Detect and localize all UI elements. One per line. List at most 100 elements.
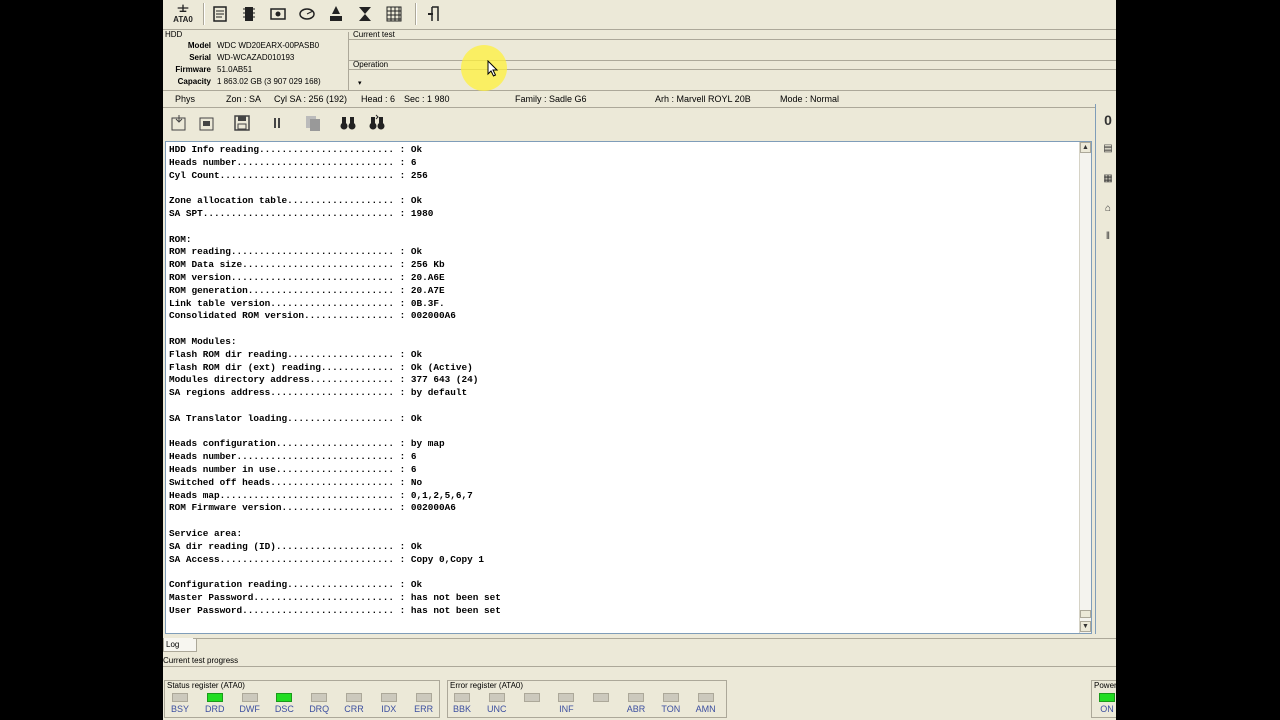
led-label: DWF <box>239 704 260 714</box>
led-label: BSY <box>170 704 189 714</box>
cylinder-value: Cyl SA : 256 (192) <box>274 94 348 104</box>
log-line: SA regions address......................… <box>169 387 468 399</box>
import-log-icon <box>199 117 214 131</box>
binoculars-icon <box>340 117 356 130</box>
log-line: Heads configuration.....................… <box>169 438 445 450</box>
chip-icon <box>243 7 255 21</box>
led-ton <box>662 693 679 702</box>
log-lines: HDD Info reading........................… <box>169 144 501 617</box>
power-cycle-icon[interactable]: ⌂ <box>1100 200 1116 216</box>
head-value: Head : 6 <box>361 94 396 104</box>
cursor-highlight <box>461 45 507 91</box>
operation-label: Operation <box>353 60 389 69</box>
led-bsy <box>172 693 188 702</box>
right-panel: 0 ▤ ▦ ⌂ ‖ <box>1095 104 1116 634</box>
save-log-button[interactable] <box>230 112 254 134</box>
format-icon <box>359 7 371 21</box>
ata0-button[interactable]: ATA0 <box>167 2 199 26</box>
led-label: DRD <box>205 704 225 714</box>
led-label: AMN <box>695 704 716 714</box>
flash-icon <box>330 6 342 21</box>
log-line: Master Password.........................… <box>169 591 501 603</box>
error-register-title: Error register (ATA0) <box>450 681 524 690</box>
open-log-button[interactable] <box>167 112 191 134</box>
scroll-thumb[interactable] <box>1080 610 1091 618</box>
hdd-model-value: WDC WD20EARX-00PASB0 <box>217 41 320 50</box>
log-scrollbar[interactable]: ▲ ▼ <box>1079 142 1091 633</box>
led-dsc <box>276 693 293 702</box>
log-line: Zone allocation table...................… <box>169 195 423 207</box>
pause-button[interactable] <box>265 112 289 134</box>
led-label: ERR <box>414 704 434 714</box>
app-window: ATA0 HDD Model WDC WD20EARX-00PASB0 Seri… <box>163 0 1116 720</box>
led-label: BBK <box>452 704 471 714</box>
main-toolbar: ATA0 <box>163 0 1116 30</box>
family-value: Family : Sadle G6 <box>515 94 587 104</box>
led-drd <box>206 693 223 702</box>
hdd-serial-key: Serial <box>189 53 211 62</box>
log-view[interactable]: HDD Info reading........................… <box>165 141 1092 634</box>
zone-value: Zon : SA <box>226 94 262 104</box>
sector-value: Sec : 1 980 <box>404 94 450 104</box>
find-button[interactable] <box>336 112 360 134</box>
hdd-title: HDD <box>165 30 183 39</box>
led-label: CRR <box>344 704 364 714</box>
save-icon <box>234 115 250 131</box>
led-bbk <box>454 693 470 702</box>
hdd-firmware-row: Firmware 51.0AB51 <box>163 65 349 77</box>
copy-icon <box>306 116 320 131</box>
ata0-label: ATA0 <box>173 15 193 24</box>
log-line: SA Translator loading...................… <box>169 412 423 424</box>
hdd-capacity-key: Capacity <box>177 77 211 86</box>
pause-side-icon[interactable]: ‖ <box>1100 228 1116 244</box>
led-label: DRQ <box>309 704 330 714</box>
progress-bar <box>163 666 1116 677</box>
hdd-info-panel: HDD Model WDC WD20EARX-00PASB0 Serial WD… <box>163 30 349 90</box>
log-line: Heads number............................… <box>169 156 417 168</box>
error-register: Error register (ATA0) BBK UNC INF ABR TON AMN <box>447 680 727 718</box>
scroll-down-icon[interactable]: ▼ <box>1080 621 1091 632</box>
led-err <box>415 693 432 702</box>
log-line: ROM Modules: <box>169 335 237 347</box>
log-toolbar <box>163 108 1093 138</box>
right-panel-top-value: 0 <box>1104 112 1112 128</box>
disk-button[interactable] <box>294 2 320 26</box>
log-line: Modules directory address...............… <box>169 374 479 386</box>
binoculars-next-icon <box>369 114 385 130</box>
scan-button[interactable] <box>207 2 233 26</box>
drive-settings-button[interactable] <box>265 2 291 26</box>
import-log-button[interactable] <box>195 112 219 134</box>
led-amn <box>697 693 714 702</box>
copy-button[interactable] <box>301 112 325 134</box>
log-line: ROM: <box>169 233 192 245</box>
format-button[interactable] <box>352 2 378 26</box>
led-inf <box>558 693 575 702</box>
scroll-up-icon[interactable]: ▲ <box>1080 142 1091 153</box>
led-crr <box>346 693 362 702</box>
led-unused <box>593 693 610 702</box>
chip-button[interactable] <box>236 2 262 26</box>
report-icon[interactable]: ▤ <box>1100 140 1116 156</box>
exit-button[interactable] <box>421 2 447 26</box>
log-line: Configuration reading...................… <box>169 579 423 591</box>
grid-button[interactable] <box>381 2 407 26</box>
led-label: DSC <box>274 704 294 714</box>
log-line: ROM generation..........................… <box>169 284 445 296</box>
mouse-cursor-icon <box>487 60 499 77</box>
tab-log[interactable]: Log <box>163 638 197 652</box>
hdd-model-row: Model WDC WD20EARX-00PASB0 <box>163 41 349 53</box>
reset-icon[interactable]: ▦ <box>1100 170 1116 186</box>
flash-button[interactable] <box>323 2 349 26</box>
log-line: User Password...........................… <box>169 604 501 616</box>
drive-settings-icon <box>270 8 286 20</box>
drive-status-line: Phys Zon : SA Cyl SA : 256 (192) Head : … <box>163 90 1116 108</box>
led-dwf <box>241 693 258 702</box>
log-line: SA dir reading (ID).....................… <box>169 540 423 552</box>
find-next-button[interactable] <box>365 112 389 134</box>
log-line: Flash ROM dir (ext) reading.............… <box>169 361 473 373</box>
led-idx <box>380 693 397 702</box>
